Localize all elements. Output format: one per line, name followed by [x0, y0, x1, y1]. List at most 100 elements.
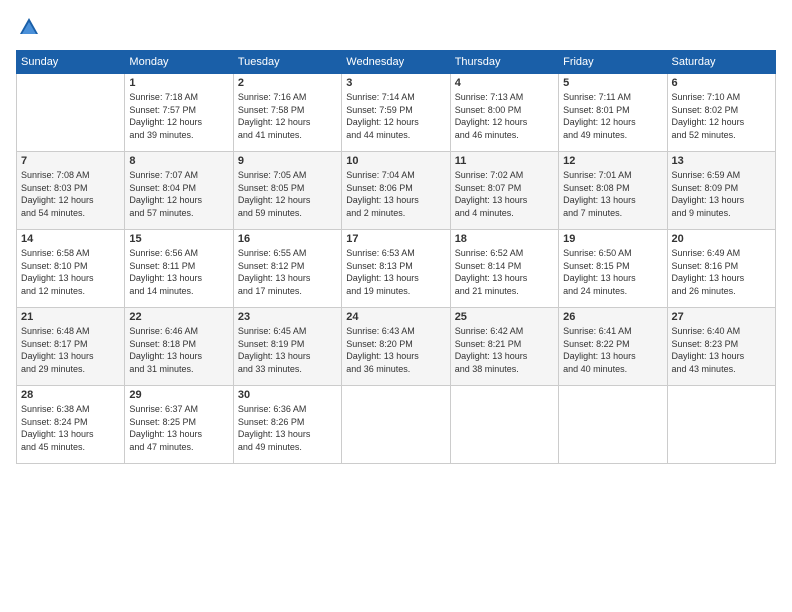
- day-number: 1: [129, 77, 228, 89]
- calendar-cell: 18 Sunrise: 6:52 AM Sunset: 8:14 PM Dayli…: [450, 230, 558, 308]
- calendar-cell: 28Sunrise: 6:38 AM Sunset: 8:24 PM Dayli…: [17, 386, 125, 464]
- day-info: Sunrise: 6:53 AM Sunset: 8:13 PM Dayligh…: [346, 247, 445, 297]
- day-number: 2: [238, 77, 337, 89]
- day-info: Sunrise: 7:02 AM Sunset: 8:07 PM Dayligh…: [455, 169, 554, 219]
- calendar-cell: 20 Sunrise: 6:49 AM Sunset: 8:16 PM Dayli…: [667, 230, 775, 308]
- day-number: 10: [346, 155, 445, 167]
- day-info: Sunrise: 6:50 AM Sunset: 8:15 PM Dayligh…: [563, 247, 662, 297]
- weekday-header-thursday: Thursday: [450, 51, 558, 74]
- calendar-cell: 7Sunrise: 7:08 AM Sunset: 8:03 PM Daylig…: [17, 152, 125, 230]
- day-info: Sunrise: 7:05 AM Sunset: 8:05 PM Dayligh…: [238, 169, 337, 219]
- day-info: Sunrise: 6:48 AM Sunset: 8:17 PM Dayligh…: [21, 325, 120, 375]
- calendar-cell: 23 Sunrise: 6:45 AM Sunset: 8:19 PM Dayli…: [233, 308, 341, 386]
- day-info: Sunrise: 6:45 AM Sunset: 8:19 PM Dayligh…: [238, 325, 337, 375]
- day-info: Sunrise: 7:14 AM Sunset: 7:59 PM Dayligh…: [346, 91, 445, 141]
- day-info: Sunrise: 6:49 AM Sunset: 8:16 PM Dayligh…: [672, 247, 771, 297]
- calendar-cell: 17 Sunrise: 6:53 AM Sunset: 8:13 PM Dayli…: [342, 230, 450, 308]
- day-number: 23: [238, 311, 337, 323]
- calendar-cell: [559, 386, 667, 464]
- calendar-cell: 11 Sunrise: 7:02 AM Sunset: 8:07 PM Dayli…: [450, 152, 558, 230]
- day-info: Sunrise: 6:38 AM Sunset: 8:24 PM Dayligh…: [21, 403, 120, 453]
- day-info: Sunrise: 7:18 AM Sunset: 7:57 PM Dayligh…: [129, 91, 228, 141]
- day-number: 9: [238, 155, 337, 167]
- calendar-week-row: 14Sunrise: 6:58 AM Sunset: 8:10 PM Dayli…: [17, 230, 776, 308]
- calendar-cell: 29Sunrise: 6:37 AM Sunset: 8:25 PM Dayli…: [125, 386, 233, 464]
- calendar-cell: 13 Sunrise: 6:59 AM Sunset: 8:09 PM Dayli…: [667, 152, 775, 230]
- day-number: 20: [672, 233, 771, 245]
- weekday-header-monday: Monday: [125, 51, 233, 74]
- day-info: Sunrise: 7:10 AM Sunset: 8:02 PM Dayligh…: [672, 91, 771, 141]
- day-number: 17: [346, 233, 445, 245]
- day-info: Sunrise: 7:07 AM Sunset: 8:04 PM Dayligh…: [129, 169, 228, 219]
- calendar-cell: 30 Sunrise: 6:36 AM Sunset: 8:26 PM Dayli…: [233, 386, 341, 464]
- day-info: Sunrise: 6:43 AM Sunset: 8:20 PM Dayligh…: [346, 325, 445, 375]
- calendar-cell: 16Sunrise: 6:55 AM Sunset: 8:12 PM Dayli…: [233, 230, 341, 308]
- day-number: 19: [563, 233, 662, 245]
- day-number: 3: [346, 77, 445, 89]
- day-number: 21: [21, 311, 120, 323]
- day-number: 29: [129, 389, 228, 401]
- day-info: Sunrise: 7:11 AM Sunset: 8:01 PM Dayligh…: [563, 91, 662, 141]
- day-number: 26: [563, 311, 662, 323]
- calendar-table: SundayMondayTuesdayWednesdayThursdayFrid…: [16, 50, 776, 464]
- day-number: 27: [672, 311, 771, 323]
- day-info: Sunrise: 6:46 AM Sunset: 8:18 PM Dayligh…: [129, 325, 228, 375]
- calendar-body: 1 Sunrise: 7:18 AM Sunset: 7:57 PM Daylig…: [17, 74, 776, 464]
- day-number: 13: [672, 155, 771, 167]
- page-header: [16, 16, 776, 38]
- day-info: Sunrise: 6:40 AM Sunset: 8:23 PM Dayligh…: [672, 325, 771, 375]
- weekday-header-sunday: Sunday: [17, 51, 125, 74]
- day-number: 30: [238, 389, 337, 401]
- day-info: Sunrise: 7:13 AM Sunset: 8:00 PM Dayligh…: [455, 91, 554, 141]
- calendar-cell: 2 Sunrise: 7:16 AM Sunset: 7:58 PM Daylig…: [233, 74, 341, 152]
- day-number: 25: [455, 311, 554, 323]
- day-info: Sunrise: 6:52 AM Sunset: 8:14 PM Dayligh…: [455, 247, 554, 297]
- calendar-cell: 9 Sunrise: 7:05 AM Sunset: 8:05 PM Daylig…: [233, 152, 341, 230]
- calendar-cell: 25 Sunrise: 6:42 AM Sunset: 8:21 PM Dayli…: [450, 308, 558, 386]
- day-number: 11: [455, 155, 554, 167]
- day-number: 6: [672, 77, 771, 89]
- weekday-header-tuesday: Tuesday: [233, 51, 341, 74]
- calendar-cell: 21 Sunrise: 6:48 AM Sunset: 8:17 PM Dayli…: [17, 308, 125, 386]
- day-info: Sunrise: 7:04 AM Sunset: 8:06 PM Dayligh…: [346, 169, 445, 219]
- day-info: Sunrise: 7:16 AM Sunset: 7:58 PM Dayligh…: [238, 91, 337, 141]
- weekday-header-saturday: Saturday: [667, 51, 775, 74]
- day-number: 5: [563, 77, 662, 89]
- calendar-cell: 12 Sunrise: 7:01 AM Sunset: 8:08 PM Dayli…: [559, 152, 667, 230]
- calendar-cell: 14Sunrise: 6:58 AM Sunset: 8:10 PM Dayli…: [17, 230, 125, 308]
- day-number: 24: [346, 311, 445, 323]
- calendar-cell: 4 Sunrise: 7:13 AM Sunset: 8:00 PM Daylig…: [450, 74, 558, 152]
- day-number: 7: [21, 155, 120, 167]
- day-info: Sunrise: 6:36 AM Sunset: 8:26 PM Dayligh…: [238, 403, 337, 453]
- calendar-cell: [667, 386, 775, 464]
- weekday-header-wednesday: Wednesday: [342, 51, 450, 74]
- day-info: Sunrise: 6:58 AM Sunset: 8:10 PM Dayligh…: [21, 247, 120, 297]
- day-number: 18: [455, 233, 554, 245]
- day-info: Sunrise: 6:42 AM Sunset: 8:21 PM Dayligh…: [455, 325, 554, 375]
- calendar-cell: 10 Sunrise: 7:04 AM Sunset: 8:06 PM Dayli…: [342, 152, 450, 230]
- logo: [16, 16, 40, 38]
- day-number: 12: [563, 155, 662, 167]
- day-number: 22: [129, 311, 228, 323]
- calendar-cell: 26 Sunrise: 6:41 AM Sunset: 8:22 PM Dayli…: [559, 308, 667, 386]
- day-info: Sunrise: 6:55 AM Sunset: 8:12 PM Dayligh…: [238, 247, 337, 297]
- day-number: 4: [455, 77, 554, 89]
- calendar-cell: [450, 386, 558, 464]
- calendar-week-row: 28Sunrise: 6:38 AM Sunset: 8:24 PM Dayli…: [17, 386, 776, 464]
- day-number: 15: [129, 233, 228, 245]
- day-info: Sunrise: 6:41 AM Sunset: 8:22 PM Dayligh…: [563, 325, 662, 375]
- calendar-cell: 5 Sunrise: 7:11 AM Sunset: 8:01 PM Daylig…: [559, 74, 667, 152]
- calendar-cell: [17, 74, 125, 152]
- day-info: Sunrise: 6:56 AM Sunset: 8:11 PM Dayligh…: [129, 247, 228, 297]
- calendar-cell: 19 Sunrise: 6:50 AM Sunset: 8:15 PM Dayli…: [559, 230, 667, 308]
- calendar-cell: 8Sunrise: 7:07 AM Sunset: 8:04 PM Daylig…: [125, 152, 233, 230]
- calendar-week-row: 1 Sunrise: 7:18 AM Sunset: 7:57 PM Daylig…: [17, 74, 776, 152]
- day-info: Sunrise: 6:59 AM Sunset: 8:09 PM Dayligh…: [672, 169, 771, 219]
- calendar-cell: 27 Sunrise: 6:40 AM Sunset: 8:23 PM Dayli…: [667, 308, 775, 386]
- calendar-cell: 24 Sunrise: 6:43 AM Sunset: 8:20 PM Dayli…: [342, 308, 450, 386]
- day-info: Sunrise: 7:01 AM Sunset: 8:08 PM Dayligh…: [563, 169, 662, 219]
- calendar-week-row: 21 Sunrise: 6:48 AM Sunset: 8:17 PM Dayli…: [17, 308, 776, 386]
- calendar-cell: 22 Sunrise: 6:46 AM Sunset: 8:18 PM Dayli…: [125, 308, 233, 386]
- calendar-week-row: 7Sunrise: 7:08 AM Sunset: 8:03 PM Daylig…: [17, 152, 776, 230]
- weekday-header-row: SundayMondayTuesdayWednesdayThursdayFrid…: [17, 51, 776, 74]
